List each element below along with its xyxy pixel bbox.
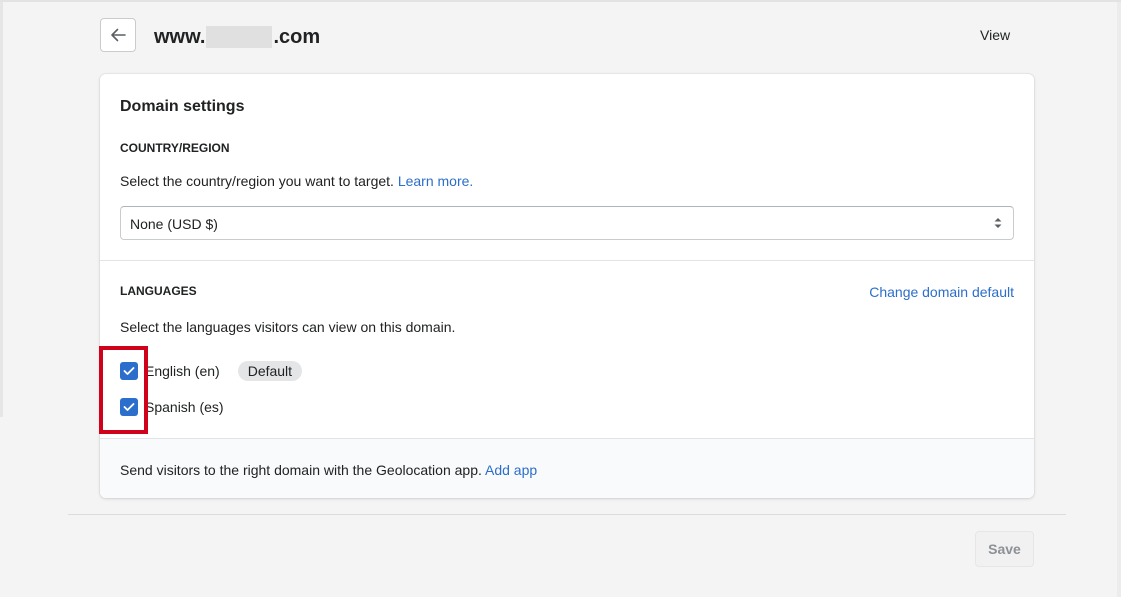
country-description-text: Select the country/region you want to ta…: [120, 173, 394, 189]
page-title: www. .com: [154, 24, 320, 50]
top-border: [0, 0, 1121, 2]
change-domain-default-link[interactable]: Change domain default: [869, 283, 1014, 301]
section-divider: [100, 260, 1034, 261]
default-badge: Default: [237, 361, 303, 381]
languages-heading: LANGUAGES: [120, 284, 197, 298]
domain-suffix: .com: [273, 26, 321, 48]
back-button[interactable]: [100, 18, 136, 52]
redacted-domain: [206, 26, 273, 48]
country-region-heading: COUNTRY/REGION: [120, 141, 230, 155]
geolocation-text: Send visitors to the right domain with t…: [120, 462, 482, 478]
checkmark-icon: [123, 367, 135, 375]
language-item-spanish[interactable]: Spanish (es): [120, 397, 224, 417]
spanish-checkbox[interactable]: [120, 398, 138, 416]
card-footer: Send visitors to the right domain with t…: [100, 438, 1034, 498]
scrollbar-track[interactable]: [1117, 2, 1121, 597]
add-app-link[interactable]: Add app: [485, 462, 537, 478]
english-label: English (en): [145, 363, 220, 379]
domain-prefix: www.: [154, 26, 206, 48]
learn-more-link[interactable]: Learn more.: [398, 173, 473, 189]
left-nav-edge: [0, 2, 3, 417]
page: { "header": { "title_prefix": "www.", "t…: [0, 0, 1121, 597]
languages-description: Select the languages visitors can view o…: [120, 319, 456, 335]
spanish-label: Spanish (es): [145, 399, 224, 415]
checkmark-icon: [123, 403, 135, 411]
domain-settings-card: Domain settings COUNTRY/REGION Select th…: [100, 74, 1034, 498]
language-item-english[interactable]: English (en) Default: [120, 361, 303, 381]
view-link[interactable]: View: [980, 26, 1010, 44]
geolocation-message: Send visitors to the right domain with t…: [120, 461, 537, 479]
save-button[interactable]: Save: [975, 531, 1034, 567]
card-title: Domain settings: [120, 98, 245, 115]
page-divider: [68, 514, 1066, 515]
country-region-select[interactable]: None (USD $): [120, 206, 1014, 240]
arrow-left-icon: [111, 28, 126, 42]
country-region-description: Select the country/region you want to ta…: [120, 172, 473, 190]
english-checkbox[interactable]: [120, 362, 138, 380]
country-select-value: None (USD $): [130, 216, 218, 232]
select-arrows-icon: [994, 218, 1002, 228]
